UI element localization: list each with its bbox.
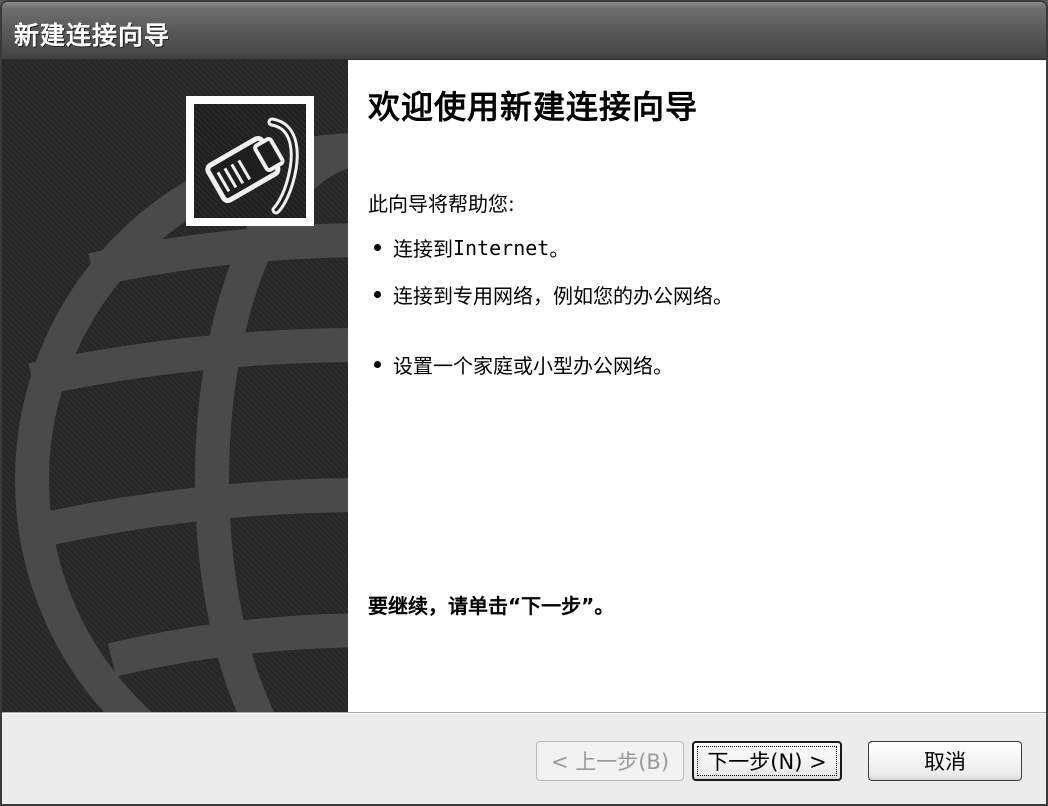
button-bar: < 上一步(B) 下一步(N) > 取消 [2,712,1046,804]
next-button[interactable]: 下一步(N) > [692,741,842,781]
bullet-item: 连接到专用网络，例如您的办公网络。 [374,280,733,309]
wizard-content: 欢迎使用新建连接向导 此向导将帮助您: 连接到 Internet 。 连接到专用… [2,60,1046,712]
welcome-title: 欢迎使用新建连接向导 [368,88,699,126]
wizard-side-panel [2,60,348,712]
bullet-text-internet: Internet [453,235,550,260]
cancel-button[interactable]: 取消 [868,741,1022,781]
bullet-text-suffix: 。 [549,237,570,261]
network-cable-icon [194,104,306,218]
bullet-text: 连接到专用网络，例如您的办公网络。 [393,284,733,308]
bullet-dot [374,361,381,368]
continue-instruction: 要继续，请单击“下一步”。 [368,594,615,618]
wizard-main-panel: 欢迎使用新建连接向导 此向导将帮助您: 连接到 Internet 。 连接到专用… [348,60,1046,712]
bullet-text-prefix: 连接到 [393,237,453,261]
wizard-window: 新建连接向导 欢迎使用新建连接向导 此向导将帮助您: 连接到 Internet … [0,0,1048,806]
title-bar[interactable]: 新建连接向导 [2,2,1046,60]
bullet-dot [374,244,381,251]
bullet-item: 设置一个家庭或小型办公网络。 [374,350,673,379]
window-title: 新建连接向导 [14,21,171,50]
back-button[interactable]: < 上一步(B) [536,741,684,781]
intro-text: 此向导将帮助您: [368,192,515,216]
wizard-icon-frame [186,96,314,226]
bullet-text: 设置一个家庭或小型办公网络。 [393,354,673,378]
focus-rectangle [697,746,837,776]
bullet-dot [374,291,381,298]
bullet-item: 连接到 Internet 。 [374,233,569,262]
